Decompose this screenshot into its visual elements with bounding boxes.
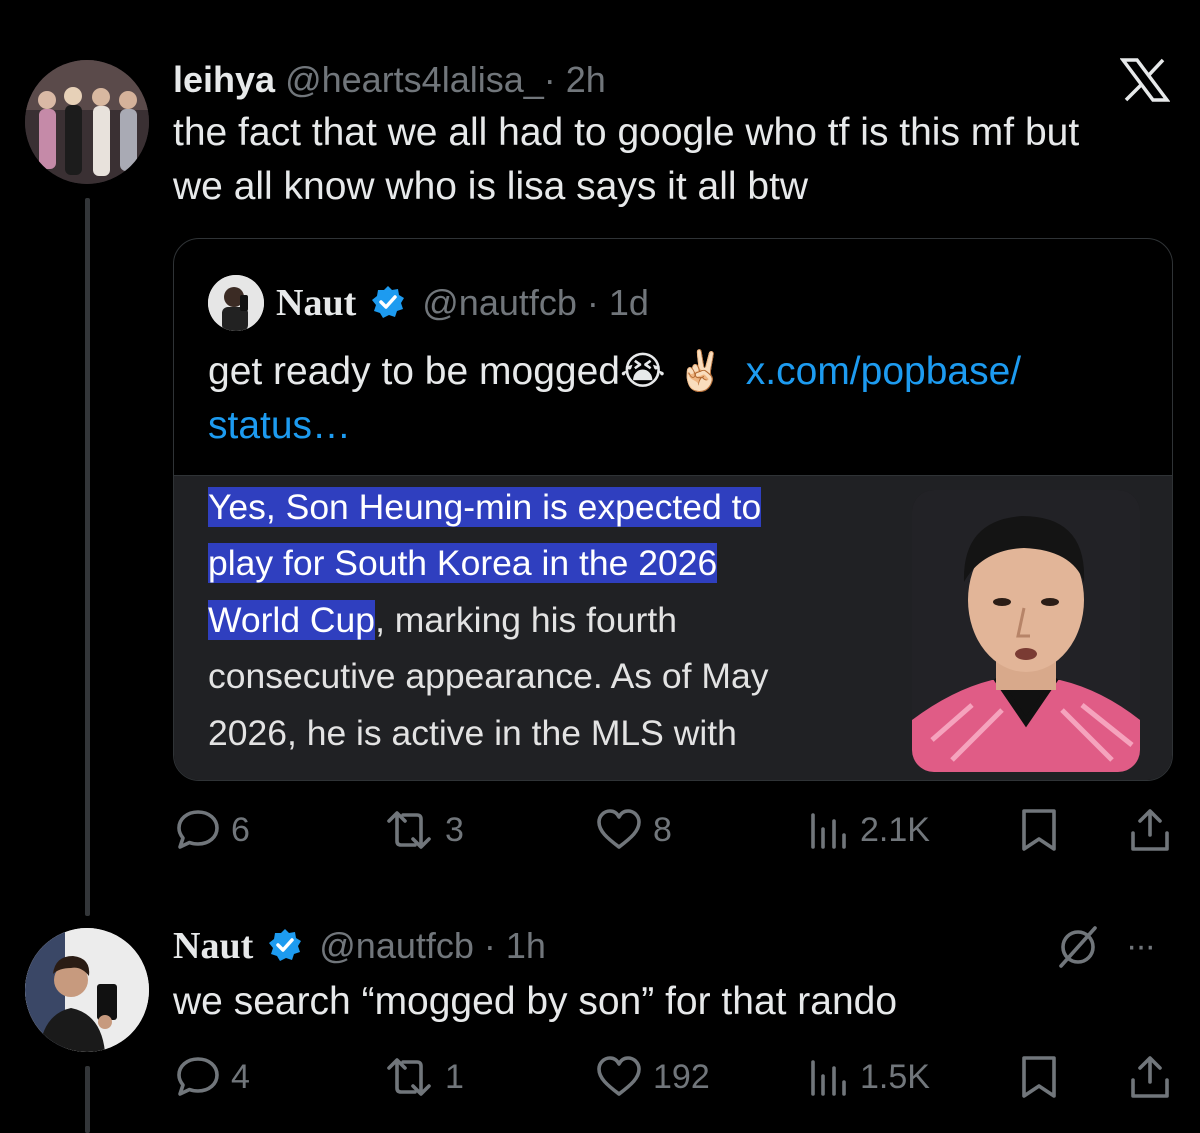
verified-badge-icon <box>372 286 405 319</box>
reply-icon <box>177 810 219 849</box>
reply-header: Naut @nautfcb · 1h <box>173 924 546 968</box>
quote-display-name[interactable]: Naut <box>276 282 356 324</box>
player-photo <box>912 490 1140 772</box>
tweet-actions: 6 3 8 2.1K <box>0 800 1200 860</box>
bookmark-button[interactable] <box>1018 1047 1060 1107</box>
views-button[interactable]: 1.5K <box>808 1047 930 1107</box>
crying-emoji: 😭 <box>619 350 666 393</box>
media-text-line-5: 2026, he is active in the MLS with <box>208 713 737 753</box>
quote-avatar[interactable] <box>208 275 264 331</box>
share-icon <box>1131 809 1169 851</box>
like-count: 192 <box>653 1057 710 1096</box>
reply-avatar[interactable] <box>25 928 149 1052</box>
heart-icon <box>597 809 641 849</box>
media-text-line-3: , marking his fourth <box>375 600 677 640</box>
quote-text-line-1: get ready to be mogged😭 ✌🏻 x.com/popbase… <box>208 345 1021 399</box>
repost-count: 1 <box>445 1057 464 1096</box>
media-text-line-1: Yes, Son Heung-min is expected to <box>208 487 762 527</box>
repost-count: 3 <box>445 810 464 849</box>
quote-handle[interactable]: @nautfcb <box>422 282 577 323</box>
heart-icon <box>597 1056 641 1096</box>
display-name[interactable]: leihya <box>173 59 275 100</box>
quote-link[interactable]: x.com/popbase/ <box>746 350 1021 393</box>
like-count: 8 <box>653 810 672 849</box>
tweet-header: leihya @hearts4lalisa_· 2h <box>173 58 606 102</box>
like-button[interactable]: 8 <box>595 800 672 860</box>
reply-handle[interactable]: @nautfcb <box>319 925 474 966</box>
views-icon <box>811 1060 846 1096</box>
media-text-line-4: consecutive appearance. As of May <box>208 656 769 696</box>
bookmark-icon <box>1022 809 1056 851</box>
tweet-text-line-2: we all know who is lisa says it all btw <box>173 165 809 208</box>
repost-icon <box>387 811 431 849</box>
repost-button[interactable]: 3 <box>383 800 464 860</box>
avatar[interactable] <box>25 60 149 184</box>
share-button[interactable] <box>1128 1047 1172 1107</box>
verified-badge-icon <box>269 929 302 962</box>
quoted-tweet-card[interactable]: Naut @nautfcb · 1d get ready to be mogge… <box>173 238 1173 781</box>
views-icon <box>811 813 846 849</box>
reply-display-name[interactable]: Naut <box>173 925 253 967</box>
repost-button[interactable]: 1 <box>383 1047 464 1107</box>
media-text-highlight: World Cup <box>208 600 376 640</box>
share-icon <box>1131 1056 1169 1098</box>
share-button[interactable] <box>1128 800 1172 860</box>
views-button[interactable]: 2.1K <box>808 800 930 860</box>
quote-text: get ready to be mogged <box>208 350 620 393</box>
repost-icon <box>387 1058 431 1096</box>
quote-header: Naut @nautfcb · 1d <box>276 281 649 325</box>
grok-icon[interactable] <box>1055 922 1101 970</box>
avatar-photo-group <box>25 60 149 184</box>
more-options-button[interactable]: ··· <box>1126 924 1156 968</box>
like-button[interactable]: 192 <box>595 1047 710 1107</box>
views-count: 1.5K <box>860 1057 930 1096</box>
peace-emoji: ✌🏻 <box>676 350 725 393</box>
reply-count: 6 <box>231 810 250 849</box>
tweet-text-line-1: the fact that we all had to google who t… <box>173 111 1080 154</box>
reply-actions: 4 1 192 1.5K <box>0 1047 1200 1107</box>
media-text-line-2: play for South Korea in the 2026 <box>208 543 718 583</box>
views-count: 2.1K <box>860 810 930 849</box>
quote-media[interactable]: Yes, Son Heung-min is expected to play f… <box>174 476 1172 780</box>
bookmark-button[interactable] <box>1018 800 1060 860</box>
reply-icon <box>177 1057 219 1096</box>
reply-timestamp[interactable]: · 1h <box>484 925 546 966</box>
reply-count: 4 <box>231 1057 250 1096</box>
handle[interactable]: @hearts4lalisa_ <box>285 59 544 100</box>
reply-button[interactable]: 6 <box>175 800 250 860</box>
quote-link-continued[interactable]: status… <box>208 399 351 453</box>
x-logo-icon[interactable] <box>1119 58 1171 102</box>
quote-timestamp[interactable]: · 1d <box>587 282 649 323</box>
reply-button[interactable]: 4 <box>175 1047 250 1107</box>
bookmark-icon <box>1022 1056 1056 1098</box>
reply-text: we search “mogged by son” for that rando <box>173 980 898 1023</box>
timestamp[interactable]: · 2h <box>544 59 606 100</box>
